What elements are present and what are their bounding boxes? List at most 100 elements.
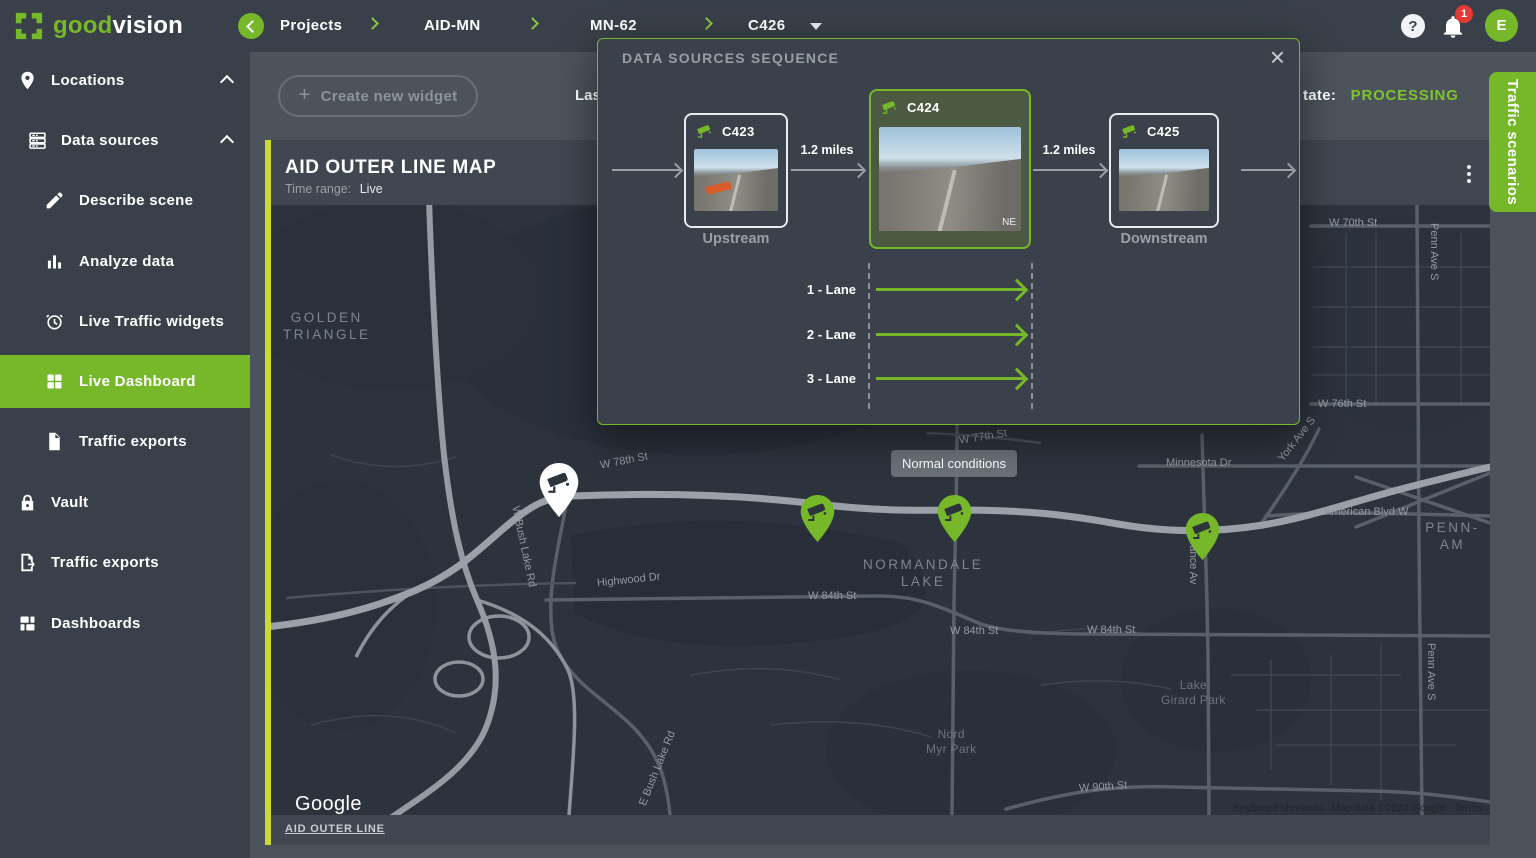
sidebar-item-label: Vault [51,494,88,511]
breadcrumb-chevron-icon [700,17,713,30]
sidebar-item-label: Locations [51,72,125,89]
export-icon [17,552,38,573]
breadcrumb-chevron-icon [366,17,379,30]
sidebar-item-live-dashboard[interactable]: Live Dashboard [0,355,250,408]
widget-time-range: Time range: Live [285,182,383,196]
traffic-scenarios-tab[interactable]: Traffic scenarios [1489,72,1536,212]
notification-badge: 1 [1455,5,1473,23]
widget-footer-link[interactable]: AID OUTER LINE [285,823,385,835]
breadcrumb-back-button[interactable] [238,13,264,39]
clock-icon [44,311,65,332]
camera-id: C424 [907,100,940,115]
sidebar-item-analyze-data[interactable]: Analyze data [0,237,250,285]
camera-pin[interactable] [1184,513,1221,560]
goodvision-app: goodvision Projects AID-MN MN-62 C426 ? … [0,0,1536,858]
map-label-street: W 84th St [1087,624,1135,638]
sidebar-item-locations[interactable]: Locations [0,56,250,104]
chevron-up-icon [220,135,234,149]
camera-thumbnail: NE [879,127,1021,231]
processing-state: tate: PROCESSING [1303,87,1459,104]
flow-arrow-icon [1241,169,1293,171]
breadcrumb-projects[interactable]: Projects [280,17,342,34]
plus-icon: + [299,84,311,107]
lane-label-2: 2 - Lane [786,327,856,342]
distance-label: 1.2 miles [789,143,865,157]
bar-chart-icon [44,251,65,272]
time-range-label: Time range: [285,182,351,196]
question-icon: ? [1408,18,1417,35]
chevron-up-icon [220,75,234,89]
map-label-street: W 76th St [1318,398,1366,412]
breadcrumb-c426[interactable]: C426 [748,17,785,34]
time-range-value: Live [360,182,383,196]
state-label: tate: [1303,87,1336,104]
terms-link[interactable]: Terms [1454,802,1483,814]
map-data-attribution: Map data ©2024 Google [1331,802,1446,814]
breadcrumb-mn-62[interactable]: MN-62 [590,17,637,34]
map-label-park: Lake Girard Park [1161,678,1226,708]
data-sources-sequence-modal: DATA SOURCES SEQUENCE × C423 Upstream 1.… [597,38,1300,425]
map-label-street: W 84th St [950,625,998,639]
map-label-street: American Blvd W [1324,506,1408,520]
lane-label-1: 1 - Lane [786,282,856,297]
camera-pin[interactable] [799,495,836,542]
compass-label: NE [1002,217,1016,228]
map-label-street: Penn Ave S [1426,223,1440,280]
sidebar-item-traffic-exports[interactable]: Traffic exports [0,538,250,586]
data-sources-icon [27,130,48,151]
distance-label: 1.2 miles [1031,143,1107,157]
sidebar-item-data-sources[interactable]: Data sources [0,116,250,164]
create-new-widget-button[interactable]: + Create new widget [278,75,478,117]
sidebar-item-dashboards[interactable]: Dashboards [0,599,250,647]
sidebar-item-label: Describe scene [79,192,193,209]
user-avatar[interactable]: E [1485,9,1518,42]
help-button[interactable]: ? [1401,14,1425,38]
sidebar-item-label: Analyze data [79,253,174,270]
camera-pin-selected[interactable] [537,463,581,517]
sidebar-item-traffic-exports-sub[interactable]: Traffic exports [0,417,250,465]
camera-dropdown-caret[interactable] [810,23,822,30]
lane-arrow-icon [876,377,1024,380]
map-label-street: W 84th St [808,590,856,604]
sidebar-item-label: Live Dashboard [79,373,196,390]
camera-id: C425 [1147,124,1180,139]
lane-arrow-icon [876,288,1024,291]
breadcrumb-aid-mn[interactable]: AID-MN [424,17,481,34]
google-logo[interactable]: Google [295,793,362,815]
lock-icon [17,492,38,513]
camera-card-c423[interactable]: C423 [684,113,788,228]
map-label-area: NORMANDALE LAKE [863,557,983,591]
grid-icon [17,613,38,634]
modal-title: DATA SOURCES SEQUENCE [622,50,839,66]
sidebar-item-label: Data sources [61,132,159,149]
logo-wordmark: goodvision [53,12,183,40]
camera-pin[interactable] [936,495,973,542]
camera-card-c425[interactable]: C425 [1109,113,1219,228]
chevron-left-icon [246,20,259,33]
flow-arrow-icon [791,169,863,171]
truck-detail [705,181,731,195]
close-icon[interactable]: × [1270,41,1285,75]
dashboard-icon [44,371,65,392]
sidebar-item-label: Dashboards [51,615,141,632]
cctv-icon [1121,123,1138,140]
flow-arrow-icon [1033,169,1105,171]
camera-role-upstream: Upstream [684,231,788,247]
lane-arrow-icon [876,333,1024,336]
sidebar-item-label: Traffic exports [51,554,159,571]
camera-thumbnail [1119,149,1209,211]
map-label-street: Penn Ave S [1423,643,1437,700]
goodvision-logo[interactable]: goodvision [14,11,183,41]
camera-card-c424-selected[interactable]: C424 NE [869,89,1031,249]
sidebar-item-describe-scene[interactable]: Describe scene [0,176,250,224]
camera-id: C423 [722,124,755,139]
widget-menu-button[interactable] [1459,162,1479,186]
keyboard-shortcuts-link[interactable]: Keyboard shortcuts [1233,802,1323,814]
sidebar-item-live-traffic-widgets[interactable]: Live Traffic widgets [0,297,250,345]
traffic-scenarios-label: Traffic scenarios [1504,79,1521,205]
map-label-area: GOLDEN TRIANGLE [283,310,371,344]
sidebar: Locations Data sources Describe scene An… [0,52,250,858]
sidebar-item-vault[interactable]: Vault [0,478,250,526]
map-label-park: Nord Myr Park [926,727,976,757]
document-icon [44,431,65,452]
